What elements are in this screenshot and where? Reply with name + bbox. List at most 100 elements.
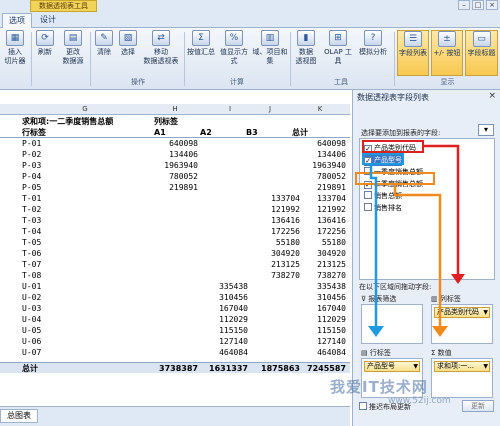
show-values-as-button[interactable]: % 值显示方式 (217, 30, 251, 76)
change-source-button[interactable]: ▤ 更改 数据源 (58, 30, 88, 76)
value-field-chip[interactable]: 求和项:一... ▼ (434, 361, 490, 372)
value-cell-b3[interactable]: 738270 (250, 270, 300, 281)
value-cell-a1[interactable]: 640098 (150, 138, 198, 149)
column-labels-area[interactable]: 产品类别代码 ▼ (431, 304, 493, 344)
what-if-button[interactable]: ? 模拟分析 (356, 30, 390, 76)
column-header-j[interactable]: J (245, 104, 295, 115)
field-item-sales-rank[interactable]: 销售排名 (364, 203, 402, 214)
close-icon[interactable]: × (488, 91, 496, 101)
row-label-cell[interactable]: P-05 (22, 182, 41, 193)
value-cell-total[interactable]: 304920 (296, 248, 346, 259)
insert-slicer-button[interactable]: ▦ 插入 切片器 (0, 30, 30, 76)
field-headers-button[interactable]: ▭ 字段标题 (465, 30, 498, 76)
value-cell-total[interactable]: 127140 (296, 336, 346, 347)
column-header-g[interactable]: G (40, 104, 130, 115)
row-label-cell[interactable]: P-04 (22, 171, 41, 182)
grand-total-a1[interactable]: 3738387 (150, 363, 198, 374)
pivot-chart-button[interactable]: ▮ 数据 透视图 (292, 30, 320, 76)
value-cell-a2[interactable]: 127140 (200, 336, 248, 347)
row-label-cell[interactable]: T-04 (22, 226, 41, 237)
value-cell-a1[interactable]: 134406 (150, 149, 198, 160)
row-labels-header[interactable]: 行标签 (22, 127, 46, 138)
row-label-cell[interactable]: T-02 (22, 204, 41, 215)
close-button[interactable]: × (486, 0, 498, 10)
value-cell-total[interactable]: 1963940 (296, 160, 346, 171)
row-label-cell[interactable]: U-04 (22, 314, 41, 325)
value-cell-total[interactable]: 172256 (296, 226, 346, 237)
value-cell-b3[interactable]: 55180 (250, 237, 300, 248)
value-cell-total[interactable]: 780052 (296, 171, 346, 182)
value-cell-total[interactable]: 133704 (296, 193, 346, 204)
tab-design[interactable]: 设计 (34, 13, 62, 28)
update-button[interactable]: 更新 (462, 400, 494, 412)
column-header-k[interactable]: K (290, 104, 350, 115)
value-cell-a1[interactable]: 780052 (150, 171, 198, 182)
row-label-cell[interactable]: U-06 (22, 336, 41, 347)
row-label-cell[interactable]: T-03 (22, 215, 41, 226)
value-cell-total[interactable]: 167040 (296, 303, 346, 314)
value-cell-a1[interactable]: 1963940 (150, 160, 198, 171)
value-cell-total[interactable]: 136416 (296, 215, 346, 226)
col-total-header[interactable]: 总计 (292, 127, 308, 138)
value-cell-total[interactable]: 213125 (296, 259, 346, 270)
value-cell-b3[interactable]: 133704 (250, 193, 300, 204)
layout-options-button[interactable]: ▾ (478, 124, 494, 136)
value-cell-total[interactable]: 219891 (296, 182, 346, 193)
value-cell-total[interactable]: 640098 (296, 138, 346, 149)
maximize-button[interactable]: □ (472, 0, 484, 10)
value-cell-total[interactable]: 738270 (296, 270, 346, 281)
grand-total-b3[interactable]: 1875863 (250, 363, 300, 374)
grand-total-a2[interactable]: 1631337 (200, 363, 248, 374)
row-label-cell[interactable]: U-05 (22, 325, 41, 336)
column-header-h[interactable]: H (150, 104, 200, 115)
value-cell-b3[interactable]: 304920 (250, 248, 300, 259)
field-item-total-sales[interactable]: 销售总额 (364, 191, 402, 202)
value-cell-b3[interactable]: 172256 (250, 226, 300, 237)
value-cell-a2[interactable]: 310456 (200, 292, 248, 303)
report-filter-area[interactable] (361, 304, 423, 344)
value-cell-a2[interactable]: 115150 (200, 325, 248, 336)
olap-button[interactable]: ⊞ OLAP 工具 (322, 30, 354, 76)
value-cell-a2[interactable]: 335438 (200, 281, 248, 292)
worksheet-grid[interactable]: G H I J K 求和项:一二季度销售总额 列标签 行标签 A1 A2 B3 … (0, 90, 350, 408)
col-a2-header[interactable]: A2 (200, 127, 212, 138)
field-list-button[interactable]: ☰ 字段列表 (397, 30, 429, 76)
row-label-cell[interactable]: U-07 (22, 347, 41, 358)
row-label-cell[interactable]: T-01 (22, 193, 41, 204)
grand-total-label[interactable]: 总计 (22, 363, 38, 374)
grand-total-all[interactable]: 7245587 (296, 363, 346, 374)
values-area[interactable]: 求和项:一... ▼ (431, 358, 493, 398)
value-cell-b3[interactable]: 213125 (250, 259, 300, 270)
row-field-chip[interactable]: 产品型号 ▼ (364, 361, 420, 372)
row-label-cell[interactable]: P-03 (22, 160, 41, 171)
value-cell-total[interactable]: 112029 (296, 314, 346, 325)
row-label-cell[interactable]: T-08 (22, 270, 41, 281)
minimize-button[interactable]: – (458, 0, 470, 10)
value-cell-b3[interactable]: 121992 (250, 204, 300, 215)
value-cell-total[interactable]: 464084 (296, 347, 346, 358)
value-cell-a1[interactable]: 219891 (150, 182, 198, 193)
column-field-chip[interactable]: 产品类别代码 ▼ (434, 307, 490, 318)
col-a1-header[interactable]: A1 (154, 127, 166, 138)
row-label-cell[interactable]: U-01 (22, 281, 41, 292)
value-cell-b3[interactable]: 136416 (250, 215, 300, 226)
row-label-cell[interactable]: T-07 (22, 259, 41, 270)
sheet-tab[interactable]: 总图表 (0, 409, 38, 423)
value-cell-total[interactable]: 121992 (296, 204, 346, 215)
row-label-cell[interactable]: P-02 (22, 149, 41, 160)
value-cell-a2[interactable]: 112029 (200, 314, 248, 325)
refresh-button[interactable]: ⟳ 刷新 (33, 30, 57, 76)
clear-button[interactable]: ✎ 清除 (93, 30, 115, 76)
fields-items-sets-button[interactable]: ▥ 域、项目和 集 (252, 30, 288, 76)
col-b3-header[interactable]: B3 (246, 127, 258, 138)
row-label-cell[interactable]: U-02 (22, 292, 41, 303)
column-labels-header[interactable]: 列标签 (154, 116, 178, 127)
summarize-by-button[interactable]: Σ 按值汇总 (186, 30, 216, 76)
select-button[interactable]: ▧ 选择 (117, 30, 139, 76)
value-cell-total[interactable]: 55180 (296, 237, 346, 248)
value-cell-total[interactable]: 115150 (296, 325, 346, 336)
row-label-cell[interactable]: T-06 (22, 248, 41, 259)
pivot-value-title[interactable]: 求和项:一二季度销售总额 (22, 116, 113, 127)
row-label-cell[interactable]: U-03 (22, 303, 41, 314)
tab-options[interactable]: 选项 (2, 13, 32, 28)
